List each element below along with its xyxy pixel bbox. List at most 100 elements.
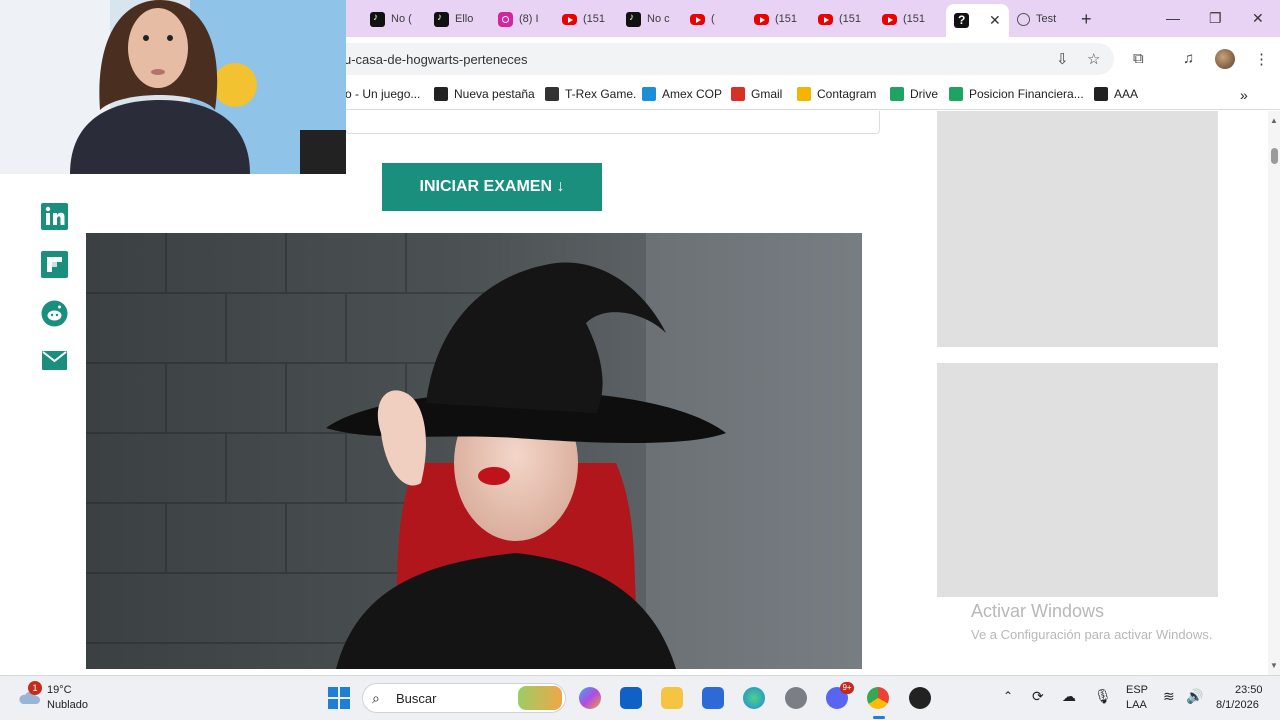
tab-label: Ello — [455, 13, 474, 25]
outlook-icon[interactable] — [620, 687, 642, 709]
close-tab-button[interactable]: ✕ — [989, 12, 1001, 29]
bookmark-item[interactable]: T-Rex Game. — [545, 87, 636, 101]
weather-text: Nublado — [47, 699, 88, 711]
tab-label: (8) I — [519, 13, 539, 25]
insta-icon — [498, 11, 513, 27]
yt-icon — [754, 13, 769, 25]
chrome-active-indicator — [873, 716, 885, 719]
bookmark-item[interactable]: AAA — [1094, 87, 1138, 101]
drive-icon — [949, 87, 963, 101]
bookmark-item[interactable]: Posicion Financiera... — [949, 87, 1084, 101]
onedrive-icon[interactable]: ☁ — [1062, 688, 1076, 705]
scroll-down-icon[interactable]: ▼ — [1270, 661, 1278, 670]
bookmark-item[interactable]: o - Un juego... — [345, 87, 420, 101]
extensions-icon[interactable]: ⧉ — [1133, 50, 1144, 67]
store-icon[interactable] — [702, 687, 724, 709]
clock-date[interactable]: 8/1/2026 — [1216, 699, 1259, 711]
gmail-icon — [731, 87, 745, 101]
minimize-button[interactable]: — — [1166, 10, 1180, 26]
tab-label: (151 — [839, 13, 862, 25]
flipboard-icon[interactable] — [41, 251, 68, 278]
eye-icon — [1017, 12, 1030, 26]
tab-label: (151 — [775, 13, 798, 25]
drive-icon — [890, 87, 904, 101]
page-scrollbar[interactable]: ▲ ▼ — [1268, 111, 1280, 675]
tab-label: (151 — [903, 13, 926, 25]
menu-kebab-icon[interactable]: ⋮ — [1254, 50, 1269, 68]
yt-icon — [882, 13, 897, 25]
volume-icon[interactable]: 🔊 — [1186, 688, 1203, 705]
activate-windows-subtitle: Ve a Configuración para activar Windows. — [971, 627, 1213, 642]
windows-taskbar: 1 19°C Nublado ⌕ Buscar 9+ ⌃ ⟳ ☁ 🎙 ESP L… — [0, 675, 1280, 720]
bookmark-label: Drive — [910, 87, 939, 101]
search-highlight-image — [518, 686, 562, 710]
media-control-icon[interactable]: ♫ — [1183, 50, 1194, 67]
browser-tab[interactable]: ( — [690, 8, 715, 30]
bookmark-label: o - Un juego... — [345, 87, 421, 101]
copilot-icon[interactable] — [579, 687, 601, 709]
start-exam-button[interactable]: INICIAR EXAMEN ↓ — [382, 163, 602, 211]
ad-slot-bottom — [937, 363, 1218, 597]
browser-tab[interactable]: (151 — [562, 8, 605, 30]
tiktok-icon — [626, 11, 641, 27]
bookmark-label: Posicion Financiera... — [969, 87, 1084, 101]
tab-label: No ( — [391, 13, 412, 25]
hero-image — [86, 233, 862, 669]
scroll-up-icon[interactable]: ▲ — [1270, 116, 1278, 125]
activate-windows-title: Activar Windows — [971, 601, 1105, 621]
search-placeholder: Buscar — [396, 691, 437, 706]
tab-label: (151 — [583, 13, 606, 25]
quiz-icon — [954, 13, 969, 28]
globe-icon — [434, 87, 448, 101]
edge-icon[interactable] — [743, 687, 765, 709]
chrome-icon[interactable] — [867, 687, 889, 709]
browser-tab[interactable]: (151 — [818, 8, 861, 30]
browser-tab[interactable]: Ello — [434, 8, 473, 30]
bookmark-label: Nueva pestaña — [454, 87, 535, 101]
tab-label: Test — [1036, 13, 1057, 25]
bookmark-item[interactable]: Gmail — [731, 87, 782, 101]
bookmark-item[interactable]: Drive — [890, 87, 938, 101]
dino-icon — [545, 87, 559, 101]
bookmark-item[interactable]: Nueva pestaña — [434, 87, 535, 101]
browser-tab[interactable]: No c — [626, 8, 670, 30]
scroll-thumb[interactable] — [1271, 148, 1278, 164]
windows-start-icon[interactable] — [328, 687, 350, 709]
tab-active-quiz[interactable]: ✕ — [946, 4, 1009, 37]
sync-icon[interactable]: ⟳ — [1032, 688, 1044, 705]
bookmark-item[interactable]: Amex COP — [642, 87, 722, 101]
linkedin-icon[interactable] — [41, 203, 68, 230]
amex-icon — [642, 87, 656, 101]
tab-test[interactable]: Test — [1017, 8, 1056, 30]
bookmark-label: AAA — [1114, 87, 1139, 101]
microphone-icon[interactable]: 🎙 — [1094, 688, 1112, 705]
page-content: INICIAR EXAMEN ↓ Activar Windows Ve a Co… — [0, 111, 1268, 675]
reddit-icon[interactable] — [41, 300, 68, 327]
obs-icon[interactable] — [909, 687, 931, 709]
ad-slot-top — [937, 111, 1218, 347]
clock-time[interactable]: 23:50 — [1235, 684, 1263, 696]
settings-gear-icon[interactable] — [785, 687, 807, 709]
language-text[interactable]: ESP — [1126, 684, 1148, 696]
bookmark-star-icon[interactable]: ☆ — [1087, 50, 1100, 68]
file-explorer-icon[interactable] — [661, 687, 683, 709]
browser-tab[interactable]: (151 — [882, 8, 925, 30]
browser-tab[interactable]: (8) I — [498, 8, 539, 30]
weather-notification-badge: 1 — [28, 681, 42, 695]
wifi-icon[interactable]: ≋ — [1163, 688, 1175, 705]
triangle-icon — [1094, 87, 1108, 101]
close-window-button[interactable]: ✕ — [1252, 10, 1264, 27]
restore-button[interactable]: ❐ — [1209, 10, 1222, 27]
new-tab-button[interactable]: + — [1081, 9, 1092, 30]
install-app-icon[interactable]: ⇩ — [1056, 50, 1069, 68]
browser-tab[interactable]: No ( — [370, 8, 412, 30]
browser-tab[interactable]: (151 — [754, 8, 797, 30]
bookmark-label: Gmail — [751, 87, 783, 101]
more-bookmarks-icon[interactable]: » — [1240, 87, 1248, 103]
email-icon[interactable] — [41, 347, 68, 374]
bookmark-label: Contagram — [817, 87, 877, 101]
bookmark-item[interactable]: Contagram — [797, 87, 876, 101]
tray-overflow-chevron-icon[interactable]: ⌃ — [1003, 689, 1013, 703]
profile-avatar[interactable] — [1215, 49, 1235, 69]
keyboard-layout-text[interactable]: LAA — [1126, 699, 1147, 711]
